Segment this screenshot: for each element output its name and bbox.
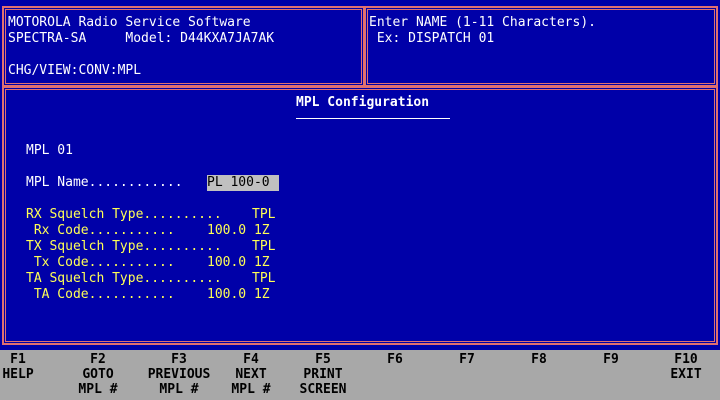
f10-key-label: F10 [674, 352, 698, 367]
f5-key-action-2: SCREEN [299, 382, 347, 397]
page-title: MPL Configuration [296, 95, 430, 110]
mpl-id: MPL 01 [26, 143, 73, 158]
rx-code-label: Rx Code........... [26, 223, 175, 238]
f2-key[interactable]: F2 GOTO MPL # [62, 352, 134, 397]
rx-squelch-type-label: RX Squelch Type.......... [26, 207, 222, 222]
f2-key-action-2: MPL # [78, 382, 118, 397]
tx-code-label: Tx Code........... [26, 255, 175, 270]
f8-key[interactable]: F8 [503, 352, 575, 367]
f9-key-label: F9 [603, 352, 619, 367]
f5-key-action: PRINT [303, 367, 343, 382]
dos-screen: MOTOROLA Radio Service Software SPECTRA-… [0, 0, 720, 350]
radio-model-line: SPECTRA-SA Model: D44KXA7JA7AK [8, 31, 275, 46]
f4-key[interactable]: F4 NEXT MPL # [215, 352, 287, 397]
f10-key[interactable]: F10 EXIT [652, 352, 720, 382]
f5-key-label: F5 [315, 352, 331, 367]
page-title-underline [296, 118, 450, 119]
app-title: MOTOROLA Radio Service Software [8, 15, 251, 30]
f1-key[interactable]: F1 HELP [0, 352, 54, 382]
f9-key[interactable]: F9 [575, 352, 647, 367]
tx-code-value[interactable]: 100.0 1Z [207, 255, 270, 271]
mpl-name-label: MPL Name............ [26, 175, 183, 190]
ta-squelch-type-label: TA Squelch Type.......... [26, 271, 222, 286]
f1-key-label: F1 [10, 352, 26, 367]
f3-key-label: F3 [171, 352, 187, 367]
f4-key-action: NEXT [235, 367, 267, 382]
f3-key-action-2: MPL # [159, 382, 199, 397]
ta-code-value[interactable]: 100.0 1Z [207, 287, 270, 303]
f7-key-label: F7 [459, 352, 475, 367]
f7-key[interactable]: F7 [431, 352, 503, 367]
tx-squelch-type-value[interactable]: TPL [252, 239, 275, 255]
hint-line-2: Ex: DISPATCH 01 [369, 31, 495, 46]
hint-line-1: Enter NAME (1-11 Characters). [369, 15, 596, 30]
f8-key-label: F8 [531, 352, 547, 367]
f3-key-action: PREVIOUS [147, 367, 211, 382]
rx-code-value[interactable]: 100.0 1Z [207, 223, 270, 239]
f4-key-action-2: MPL # [231, 382, 271, 397]
f4-key-label: F4 [243, 352, 259, 367]
f5-key[interactable]: F5 PRINT SCREEN [287, 352, 359, 397]
ta-code-label: TA Code........... [26, 287, 175, 302]
f6-key-label: F6 [387, 352, 403, 367]
function-key-bar: F1 HELP F2 GOTO MPL # F3 PREVIOUS MPL # … [0, 350, 720, 400]
f1-key-action: HELP [2, 367, 34, 382]
mpl-name-field[interactable]: PL 100-0 [207, 175, 279, 191]
tx-squelch-type-label: TX Squelch Type.......... [26, 239, 222, 254]
ta-squelch-type-value[interactable]: TPL [252, 271, 275, 287]
f2-key-action: GOTO [82, 367, 114, 382]
rx-squelch-type-value[interactable]: TPL [252, 207, 275, 223]
f2-key-label: F2 [90, 352, 106, 367]
f10-key-action: EXIT [670, 367, 702, 382]
f3-key[interactable]: F3 PREVIOUS MPL # [143, 352, 215, 397]
f6-key[interactable]: F6 [359, 352, 431, 367]
menu-path: CHG/VIEW:CONV:MPL [8, 63, 142, 78]
